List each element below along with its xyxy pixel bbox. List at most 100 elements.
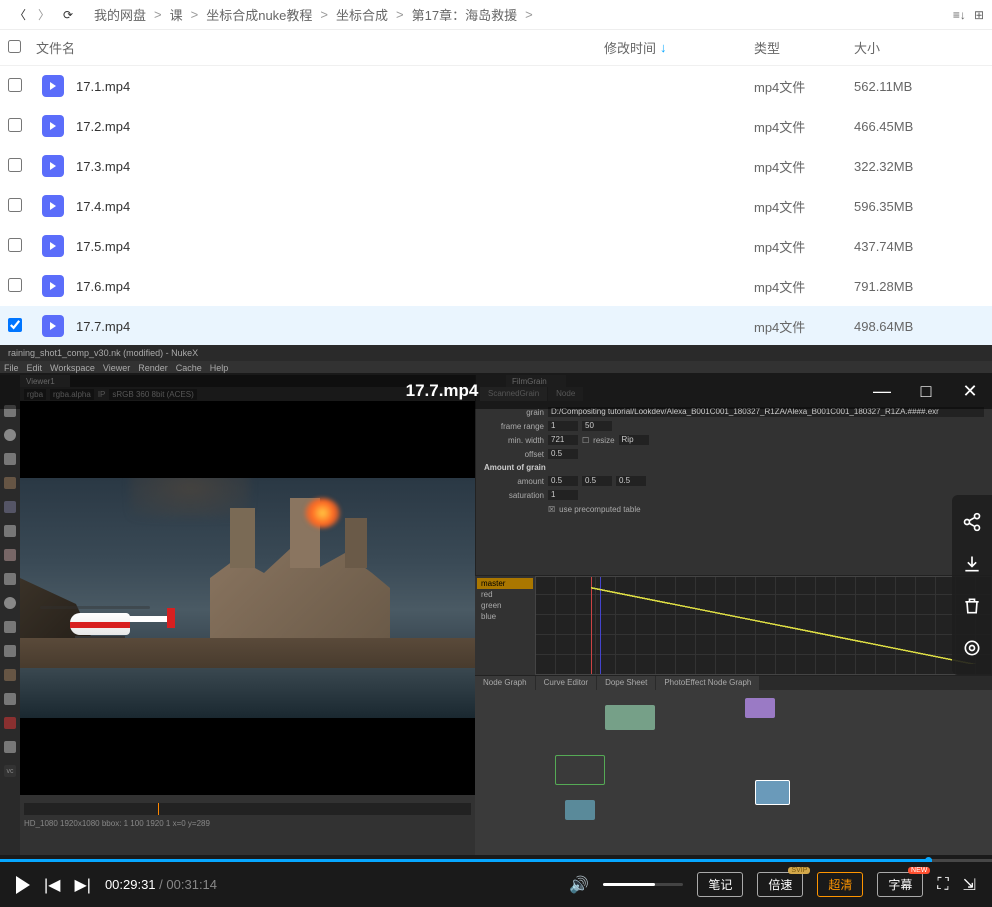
tool-icon [4,669,16,681]
file-name: 17.5.mp4 [76,239,130,254]
share-icon[interactable] [961,511,983,533]
minimize-button[interactable]: — [872,381,892,402]
file-name: 17.3.mp4 [76,159,130,174]
file-type: mp4文件 [754,277,854,296]
video-file-icon [42,75,64,97]
next-button[interactable]: ▶| [74,875,90,895]
header-size[interactable]: 大小 [854,38,984,57]
maximize-button[interactable]: □ [916,381,936,402]
nuke-timeline [24,803,471,815]
file-name: 17.7.mp4 [76,319,130,334]
file-checkbox[interactable] [8,198,22,212]
refresh-button[interactable]: ⟳ [58,5,78,25]
viewer-canvas [20,401,475,795]
breadcrumb-item[interactable]: 第17章：海岛救援 [410,5,519,24]
breadcrumb-item[interactable]: 坐标合成 [334,5,390,24]
time-display: 00:29:31 / 00:31:14 [105,877,217,892]
volume-slider[interactable] [603,883,683,886]
video-player: raining_shot1_comp_v30.nk (modified) - N… [0,345,992,907]
video-file-icon [42,115,64,137]
file-name: 17.2.mp4 [76,119,130,134]
node [755,780,790,805]
file-type: mp4文件 [754,237,854,256]
file-row[interactable]: 17.1.mp4 mp4文件 562.11MB [0,66,992,106]
node [555,755,605,785]
tool-icon: vc [4,765,16,777]
node-graph: Node Graph Curve Editor Dope Sheet Photo… [475,675,992,855]
chevron-right-icon: > [154,7,162,22]
file-checkbox[interactable] [8,238,22,252]
prop-label: offset [484,450,544,459]
file-type: mp4文件 [754,117,854,136]
playlist-icon[interactable]: ⇲ [963,875,976,895]
new-badge: NEW [908,867,930,874]
curve-channels: master red green blue [475,576,535,675]
select-all-checkbox[interactable] [8,40,28,56]
breadcrumb: 我的网盘> 课> 坐标合成nuke教程> 坐标合成> 第17章：海岛救援> [92,5,539,24]
prop-label: min. width [484,436,544,445]
delete-icon[interactable] [961,595,983,617]
file-type: mp4文件 [754,197,854,216]
column-headers: 文件名 修改时间↓ 类型 大小 [0,30,992,66]
prop-label: saturation [484,491,544,500]
file-checkbox[interactable] [8,158,22,172]
viewer-info: HD_1080 1920x1080 bbox: 1 100 1920 1 x=0… [24,819,471,828]
svip-badge: SVIP [788,867,810,874]
nuke-titlebar: raining_shot1_comp_v30.nk (modified) - N… [0,345,992,361]
quality-button[interactable]: 超清 [817,872,863,897]
play-button[interactable] [16,876,30,894]
file-row[interactable]: 17.7.mp4 mp4文件 498.64MB [0,306,992,346]
file-size: 562.11MB [854,79,984,94]
file-row[interactable]: 17.2.mp4 mp4文件 466.45MB [0,106,992,146]
tool-icon [4,597,16,609]
header-type[interactable]: 类型 [754,38,854,57]
prop-label: amount [484,477,544,486]
breadcrumb-item[interactable]: 我的网盘 [92,5,148,24]
breadcrumb-item[interactable]: 坐标合成nuke教程 [204,5,314,24]
file-size: 437.74MB [854,239,984,254]
speed-button[interactable]: 倍速SVIP [757,872,803,897]
video-file-icon [42,195,64,217]
curve-channel: red [477,589,533,600]
nuke-menu-item: File [4,363,19,373]
header-name[interactable]: 文件名 [28,38,604,57]
file-checkbox[interactable] [8,118,22,132]
notes-button[interactable]: 笔记 [697,872,743,897]
curve-graph [535,576,992,675]
chevron-right-icon: > [191,7,199,22]
file-type: mp4文件 [754,317,854,336]
ng-tab: Curve Editor [536,676,596,690]
settings-icon[interactable] [961,637,983,659]
video-content: raining_shot1_comp_v30.nk (modified) - N… [0,345,992,855]
prop-label: frame range [484,422,544,431]
file-checkbox[interactable] [8,278,22,292]
nuke-menu-item: Render [138,363,168,373]
file-row[interactable]: 17.5.mp4 mp4文件 437.74MB [0,226,992,266]
download-icon[interactable] [961,553,983,575]
file-checkbox[interactable] [8,78,22,92]
close-button[interactable]: ✕ [960,381,980,402]
fullscreen-icon[interactable]: ⛶ [937,876,948,894]
forward-button[interactable]: 〉 [34,5,54,25]
breadcrumb-item[interactable]: 课 [168,5,185,24]
file-type: mp4文件 [754,157,854,176]
sort-icon[interactable]: ≡↓ [953,8,966,22]
file-row[interactable]: 17.6.mp4 mp4文件 791.28MB [0,266,992,306]
section-header: Amount of grain [484,463,984,472]
view-options: ≡↓ ⊞ [953,8,984,22]
header-modified[interactable]: 修改时间↓ [604,38,754,57]
prev-button[interactable]: |◀ [44,875,60,895]
file-checkbox[interactable] [8,318,22,332]
volume-icon[interactable]: 🔊 [569,875,589,895]
file-size: 498.64MB [854,319,984,334]
file-name: 17.6.mp4 [76,279,130,294]
file-size: 466.45MB [854,119,984,134]
tool-icon [4,741,16,753]
layout-icon[interactable]: ⊞ [974,8,984,22]
file-row[interactable]: 17.3.mp4 mp4文件 322.32MB [0,146,992,186]
curve-panel: master red green blue [475,575,992,675]
subtitle-button[interactable]: 字幕NEW [877,872,923,897]
file-row[interactable]: 17.4.mp4 mp4文件 596.35MB [0,186,992,226]
back-button[interactable]: 〈 [10,5,30,25]
composite-preview [20,478,475,718]
